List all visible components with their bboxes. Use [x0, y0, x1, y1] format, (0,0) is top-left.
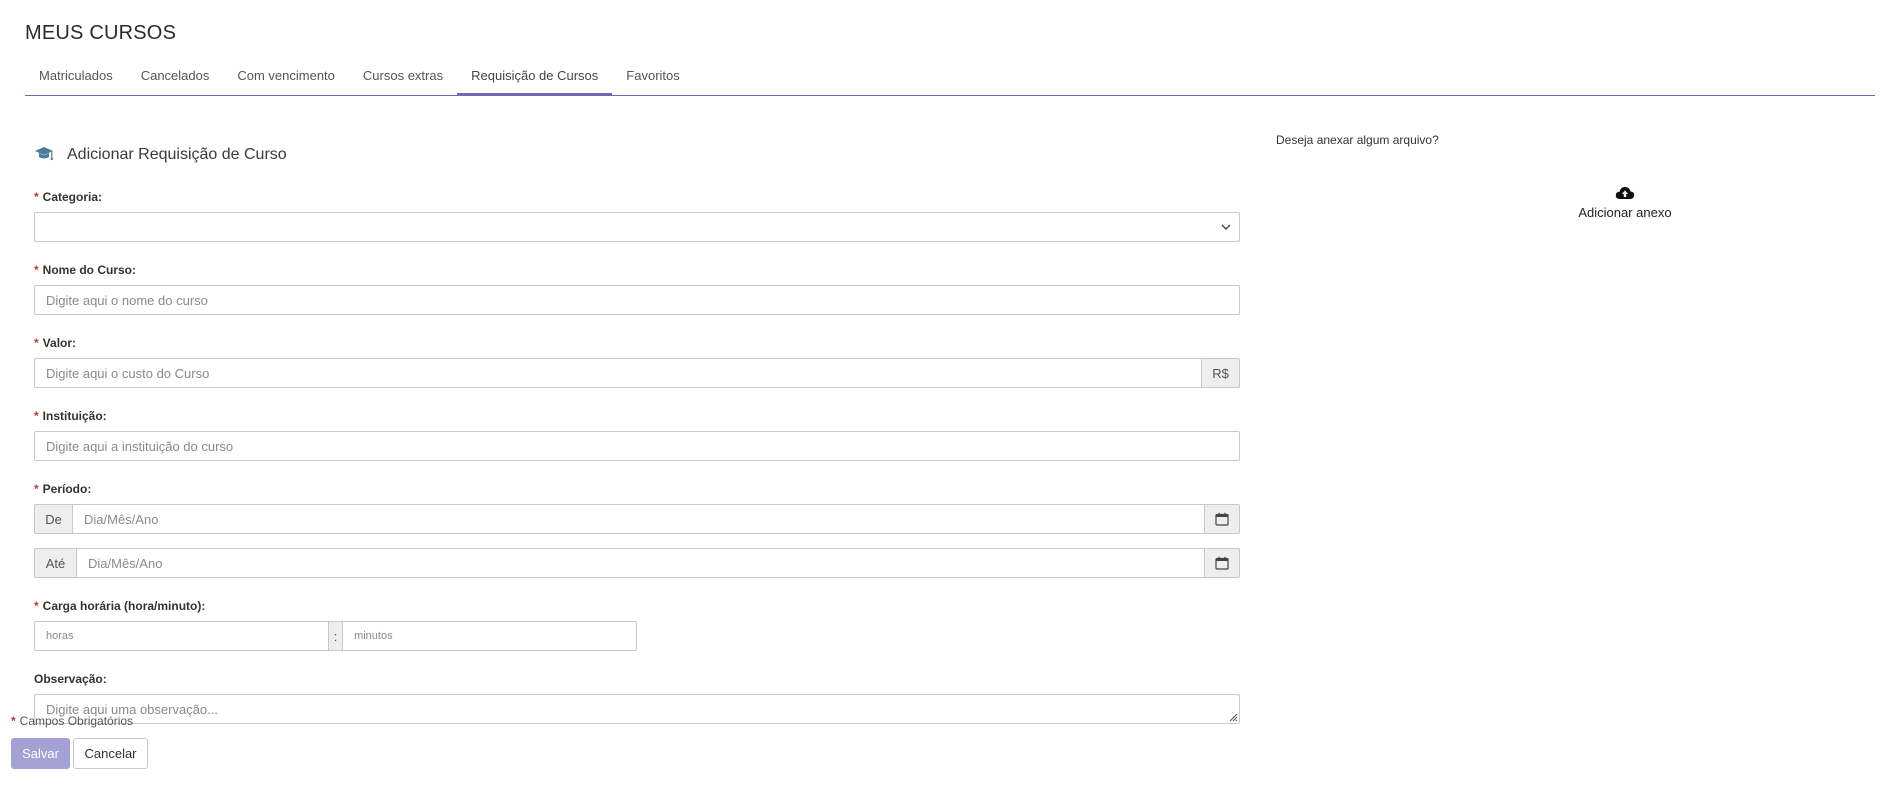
tab-matriculados[interactable]: Matriculados	[25, 58, 127, 96]
periodo-ate-field: Até	[34, 548, 1240, 578]
required-fields-note: * Campos Obrigatórios	[11, 714, 134, 728]
tab-bar: Matriculados Cancelados Com vencimento C…	[25, 58, 1875, 96]
categoria-label: Categoria:	[42, 190, 103, 204]
calendar-icon	[1215, 556, 1229, 570]
tab-cursos-extras[interactable]: Cursos extras	[349, 58, 457, 96]
time-separator: :	[328, 621, 343, 651]
periodo-field: * Período: De	[34, 482, 1240, 534]
valor-label: Valor:	[42, 336, 77, 350]
form-title: Adicionar Requisição de Curso	[67, 146, 287, 163]
carga-horaria-group: :	[34, 621, 638, 651]
currency-addon: R$	[1202, 358, 1240, 388]
observacao-wrapper	[34, 694, 1240, 724]
course-request-form: Adicionar Requisição de Curso * Categoria…	[34, 140, 1240, 745]
periodo-de-label: De	[34, 504, 72, 534]
instituicao-field: * Instituição:	[34, 409, 1240, 461]
cloud-upload-icon	[1615, 187, 1635, 199]
required-mark: *	[34, 263, 39, 277]
page-title: MEUS CURSOS	[25, 22, 177, 44]
horas-input[interactable]	[34, 621, 329, 651]
required-mark: *	[34, 409, 39, 423]
resize-grip-icon[interactable]	[1228, 712, 1238, 722]
periodo-ate-calendar-button[interactable]	[1205, 548, 1240, 578]
tab-favoritos[interactable]: Favoritos	[612, 58, 693, 96]
attachment-question: Deseja anexar algum arquivo?	[1276, 133, 1439, 147]
observacao-field: Observação:	[34, 672, 1240, 724]
periodo-de-input[interactable]	[72, 504, 1205, 534]
observacao-textarea[interactable]	[34, 694, 1240, 724]
periodo-label: Período:	[42, 482, 92, 496]
add-attachment-button[interactable]: Adicionar anexo	[1500, 185, 1750, 222]
add-attachment-label: Adicionar anexo	[1578, 205, 1672, 220]
chevron-down-icon	[1221, 224, 1231, 230]
valor-input[interactable]	[34, 358, 1202, 388]
periodo-de-calendar-button[interactable]	[1205, 504, 1240, 534]
periodo-ate-label: Até	[34, 548, 76, 578]
required-mark: *	[34, 336, 39, 350]
required-mark: *	[11, 714, 16, 728]
periodo-de-group: De	[34, 504, 1240, 534]
required-mark: *	[34, 190, 39, 204]
periodo-ate-input[interactable]	[76, 548, 1205, 578]
nome-field: * Nome do Curso:	[34, 263, 1240, 315]
save-button[interactable]: Salvar	[11, 738, 70, 769]
nome-curso-input[interactable]	[34, 285, 1240, 315]
calendar-icon	[1215, 512, 1229, 526]
tab-com-vencimento[interactable]: Com vencimento	[223, 58, 349, 96]
tab-cancelados[interactable]: Cancelados	[127, 58, 224, 96]
instituicao-label: Instituição:	[42, 409, 107, 423]
form-header: Adicionar Requisição de Curso	[34, 140, 1240, 170]
valor-field: *Valor: R$	[34, 336, 1240, 388]
categoria-field: * Categoria:	[34, 190, 1240, 242]
nome-label: Nome do Curso:	[42, 263, 137, 277]
tab-requisicao-de-cursos[interactable]: Requisição de Cursos	[457, 58, 613, 96]
required-mark: *	[34, 599, 39, 613]
carga-horaria-label: Carga horária (hora/minuto):	[42, 599, 206, 613]
categoria-select[interactable]	[34, 212, 1240, 242]
cancel-button[interactable]: Cancelar	[73, 738, 148, 769]
graduation-cap-icon	[35, 147, 53, 161]
carga-horaria-field: *Carga horária (hora/minuto): :	[34, 599, 1240, 651]
minutos-input[interactable]	[342, 621, 638, 651]
periodo-ate-group: Até	[34, 548, 1240, 578]
observacao-label: Observação:	[34, 672, 107, 686]
valor-input-group: R$	[34, 358, 1240, 388]
required-mark: *	[34, 482, 39, 496]
instituicao-input[interactable]	[34, 431, 1240, 461]
